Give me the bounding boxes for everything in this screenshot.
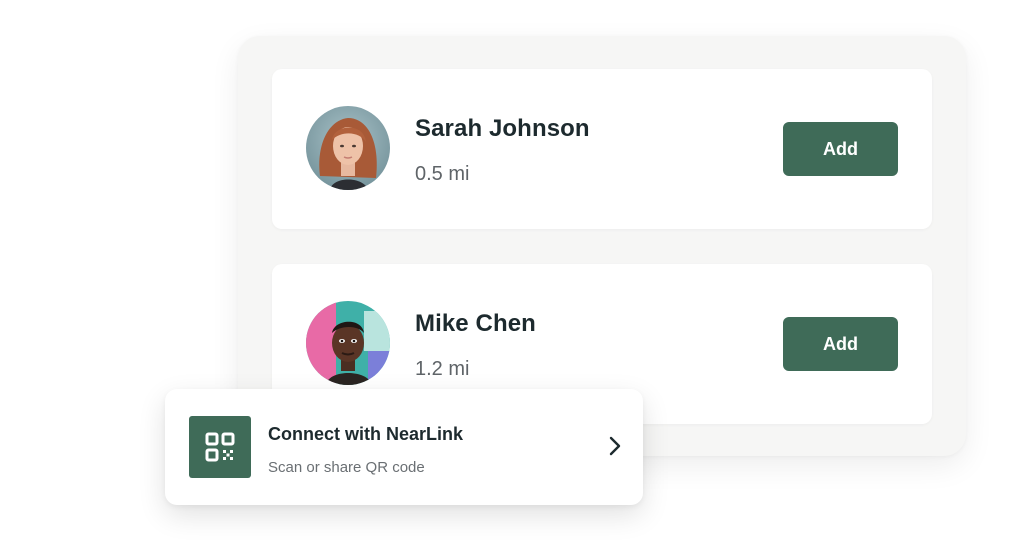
connect-subtitle: Scan or share QR code bbox=[268, 459, 425, 476]
contact-name: Sarah Johnson bbox=[415, 115, 590, 142]
add-contact-button[interactable]: Add bbox=[783, 122, 898, 176]
avatar bbox=[306, 106, 390, 190]
connect-nearlink-card[interactable]: Connect with NearLink Scan or share QR c… bbox=[165, 389, 643, 505]
chevron-right-icon bbox=[609, 436, 621, 456]
connect-title: Connect with NearLink bbox=[268, 424, 464, 444]
qr-code-icon bbox=[189, 416, 251, 478]
contact-distance: 1.2 mi bbox=[415, 358, 470, 380]
avatar bbox=[306, 301, 390, 385]
contact-name: Mike Chen bbox=[415, 310, 536, 337]
app-stage: Sarah Johnson 0.5 mi Add Mike Chen 1.2 m… bbox=[0, 0, 1024, 543]
contact-card: Sarah Johnson 0.5 mi Add bbox=[272, 69, 932, 229]
add-contact-button[interactable]: Add bbox=[783, 317, 898, 371]
contact-distance: 0.5 mi bbox=[415, 163, 470, 185]
